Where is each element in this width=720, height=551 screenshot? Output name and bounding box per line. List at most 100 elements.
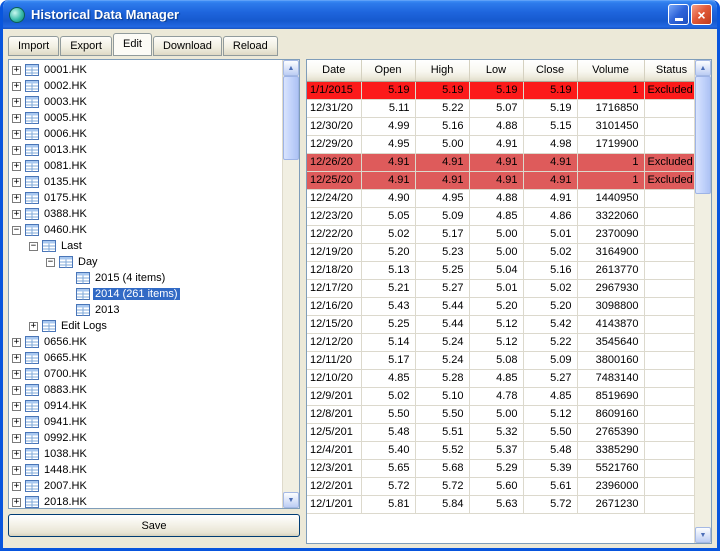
grid-scroll-up-button[interactable]: ▲: [695, 60, 711, 76]
tree-item[interactable]: + Edit Logs: [9, 318, 282, 334]
grid-scroll-thumb[interactable]: [695, 76, 711, 194]
tree-item[interactable]: +0081.HK: [9, 158, 282, 174]
tree-item[interactable]: 2015 (4 items): [9, 270, 282, 286]
grid-row[interactable]: 12/19/20 5.20 5.23 5.00 5.02 3164900: [307, 243, 694, 262]
expand-plus-icon[interactable]: +: [12, 145, 21, 155]
grid-row[interactable]: 1/1/2015 5.19 5.19 5.19 5.19 1 Excluded: [307, 81, 694, 100]
tree-scroll-down-button[interactable]: ▼: [283, 492, 299, 508]
grid-row[interactable]: 12/26/20 4.91 4.91 4.91 4.91 1 Excluded: [307, 153, 694, 172]
tree-item[interactable]: +2007.HK: [9, 478, 282, 494]
column-header-volume[interactable]: Volume: [577, 60, 645, 82]
tree-item[interactable]: +0656.HK: [9, 334, 282, 350]
tree-item[interactable]: − 0460.HK: [9, 222, 282, 238]
grid-row[interactable]: 12/30/20 4.99 5.16 4.88 5.15 3101450: [307, 117, 694, 136]
tree-item[interactable]: +0665.HK: [9, 350, 282, 366]
expand-plus-icon[interactable]: +: [12, 209, 21, 219]
tree-item-label[interactable]: 0883.HK: [42, 384, 89, 396]
expand-plus-icon[interactable]: +: [12, 161, 21, 171]
grid-row[interactable]: 12/18/20 5.13 5.25 5.04 5.16 2613770: [307, 261, 694, 280]
grid-row[interactable]: 12/5/201 5.48 5.51 5.32 5.50 2765390: [307, 423, 694, 442]
tree-item[interactable]: +0992.HK: [9, 430, 282, 446]
tree-item[interactable]: +0002.HK: [9, 78, 282, 94]
tree-item-label[interactable]: 0992.HK: [42, 432, 89, 444]
tab-edit[interactable]: Edit: [112, 33, 152, 56]
expand-plus-icon[interactable]: +: [12, 433, 21, 443]
expand-plus-icon[interactable]: +: [12, 465, 21, 475]
expand-plus-icon[interactable]: +: [12, 369, 21, 379]
expand-plus-icon[interactable]: +: [12, 401, 21, 411]
tree-item-label[interactable]: 2007.HK: [42, 480, 89, 492]
tree-item-label[interactable]: 1448.HK: [42, 464, 89, 476]
close-button[interactable]: ×: [691, 4, 712, 25]
grid-row[interactable]: 12/3/201 5.65 5.68 5.29 5.39 5521760: [307, 459, 694, 478]
tab-download[interactable]: Download: [152, 36, 222, 56]
grid-row[interactable]: 12/2/201 5.72 5.72 5.60 5.61 2396000: [307, 477, 694, 496]
tree-item[interactable]: +0700.HK: [9, 366, 282, 382]
collapse-minus-icon[interactable]: −: [12, 225, 21, 235]
tree-item-label[interactable]: 2014 (261 items): [93, 288, 180, 300]
expand-plus-icon[interactable]: +: [12, 337, 21, 347]
tree-item[interactable]: +0001.HK: [9, 62, 282, 78]
tree-item-label[interactable]: 0460.HK: [42, 224, 89, 236]
tree-item-label[interactable]: 2013: [93, 304, 121, 316]
column-header-high[interactable]: High: [415, 60, 470, 82]
tree-item-label[interactable]: 0001.HK: [42, 64, 89, 76]
expand-plus-icon[interactable]: +: [12, 497, 21, 507]
collapse-minus-icon[interactable]: −: [29, 241, 38, 251]
tree-item[interactable]: +0003.HK: [9, 94, 282, 110]
expand-plus-icon[interactable]: +: [12, 353, 21, 363]
expand-plus-icon[interactable]: +: [12, 417, 21, 427]
tree-item-label[interactable]: Edit Logs: [59, 320, 109, 332]
grid-scrollbar[interactable]: ▲ ▼: [694, 60, 711, 543]
expand-plus-icon[interactable]: +: [12, 449, 21, 459]
tree-item-label[interactable]: 2015 (4 items): [93, 272, 167, 284]
tree-item[interactable]: +0006.HK: [9, 126, 282, 142]
grid-row[interactable]: 12/23/20 5.05 5.09 4.85 4.86 3322060: [307, 207, 694, 226]
tree-item-label[interactable]: 0135.HK: [42, 176, 89, 188]
tree-item-label[interactable]: 0941.HK: [42, 416, 89, 428]
tree-item[interactable]: +0883.HK: [9, 382, 282, 398]
expand-plus-icon[interactable]: +: [12, 113, 21, 123]
tree-item-label[interactable]: 0914.HK: [42, 400, 89, 412]
grid-row[interactable]: 12/22/20 5.02 5.17 5.00 5.01 2370090: [307, 225, 694, 244]
tree-item-label[interactable]: 0175.HK: [42, 192, 89, 204]
grid-row[interactable]: 12/8/201 5.50 5.50 5.00 5.12 8609160: [307, 405, 694, 424]
tree-item-label[interactable]: 0006.HK: [42, 128, 89, 140]
tree-item-label[interactable]: 0656.HK: [42, 336, 89, 348]
tree-item[interactable]: +0005.HK: [9, 110, 282, 126]
expand-plus-icon[interactable]: +: [12, 193, 21, 203]
grid-row[interactable]: 12/15/20 5.25 5.44 5.12 5.42 4143870: [307, 315, 694, 334]
tree-item-label[interactable]: 0081.HK: [42, 160, 89, 172]
grid-row[interactable]: 12/29/20 4.95 5.00 4.91 4.98 1719900: [307, 135, 694, 154]
expand-plus-icon[interactable]: +: [12, 385, 21, 395]
grid-row[interactable]: 12/31/20 5.11 5.22 5.07 5.19 1716850: [307, 99, 694, 118]
tree-item-label[interactable]: 0003.HK: [42, 96, 89, 108]
expand-plus-icon[interactable]: +: [29, 321, 38, 331]
save-button[interactable]: Save: [8, 514, 300, 537]
tree-item-label[interactable]: Last: [59, 240, 84, 252]
minimize-button[interactable]: [668, 4, 689, 25]
tree-item[interactable]: +1448.HK: [9, 462, 282, 478]
tree-item-label[interactable]: 0002.HK: [42, 80, 89, 92]
tree-item-label[interactable]: 0388.HK: [42, 208, 89, 220]
collapse-minus-icon[interactable]: −: [46, 257, 55, 267]
grid-row[interactable]: 12/24/20 4.90 4.95 4.88 4.91 1440950: [307, 189, 694, 208]
tree-item[interactable]: +0388.HK: [9, 206, 282, 222]
tree-scroll-up-button[interactable]: ▲: [283, 60, 299, 76]
grid-row[interactable]: 12/9/201 5.02 5.10 4.78 4.85 8519690: [307, 387, 694, 406]
tree-item[interactable]: +2018.HK: [9, 494, 282, 508]
grid-scroll-track[interactable]: [695, 76, 711, 527]
tree-item[interactable]: − Last: [9, 238, 282, 254]
grid-row[interactable]: 12/4/201 5.40 5.52 5.37 5.48 3385290: [307, 441, 694, 460]
grid-row[interactable]: 12/1/201 5.81 5.84 5.63 5.72 2671230: [307, 495, 694, 514]
grid-row[interactable]: 12/17/20 5.21 5.27 5.01 5.02 2967930: [307, 279, 694, 298]
grid-row[interactable]: 12/16/20 5.43 5.44 5.20 5.20 3098800: [307, 297, 694, 316]
tree-scroll-track[interactable]: [283, 76, 299, 492]
tree-scrollbar[interactable]: ▲ ▼: [282, 60, 299, 508]
tree-item-label[interactable]: 0005.HK: [42, 112, 89, 124]
tree-item-label[interactable]: 2018.HK: [42, 496, 89, 508]
tab-reload[interactable]: Reload: [222, 36, 278, 56]
tab-export[interactable]: Export: [60, 36, 112, 56]
expand-plus-icon[interactable]: +: [12, 481, 21, 491]
expand-plus-icon[interactable]: +: [12, 97, 21, 107]
